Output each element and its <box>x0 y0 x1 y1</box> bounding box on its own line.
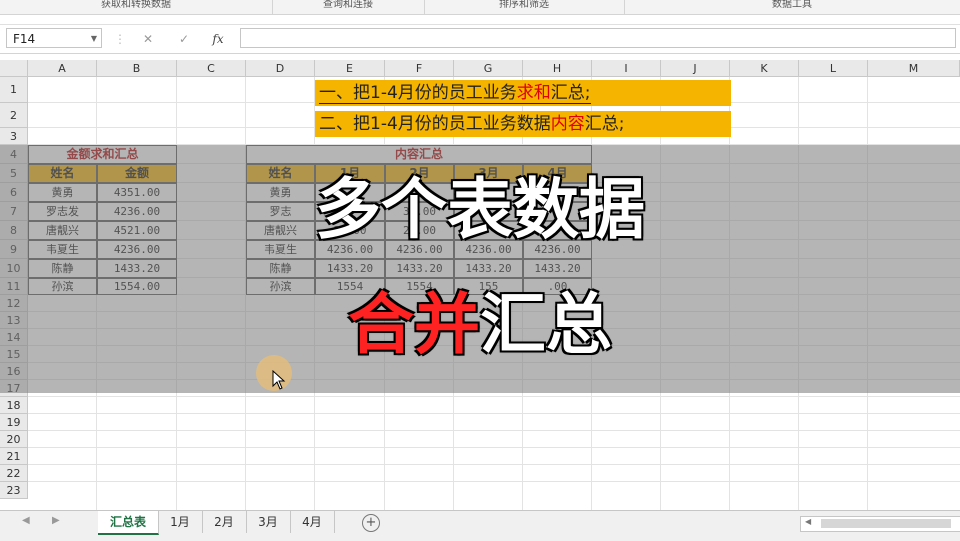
name-box-value: F14 <box>13 32 36 46</box>
column-header-l[interactable]: L <box>799 60 868 77</box>
sheet-tab-1[interactable]: 1月 <box>158 511 203 533</box>
instruction-line-1[interactable]: 一、把1-4月份的员工业务求和汇总; <box>315 80 731 106</box>
column-header-a[interactable]: A <box>28 60 97 77</box>
horizontal-scrollbar[interactable]: ◀ <box>800 516 960 532</box>
row-header-19[interactable]: 19 <box>0 414 28 431</box>
scrollbar-thumb[interactable] <box>821 519 951 528</box>
sheet-tab-2[interactable]: 2月 <box>202 511 247 533</box>
ribbon-group-data-tools[interactable]: 数据工具 <box>624 0 960 14</box>
column-header-c[interactable]: C <box>177 60 246 77</box>
scroll-left-icon[interactable]: ◀ <box>805 517 811 526</box>
grid-line <box>28 413 960 414</box>
grid-line <box>28 430 960 431</box>
instruction-2-text: 二、把1-4月份的员工业务数据内容汇总; <box>319 114 625 134</box>
column-header-d[interactable]: D <box>246 60 315 77</box>
column-header-g[interactable]: G <box>454 60 523 77</box>
select-all-corner[interactable] <box>0 60 28 77</box>
row-header-23[interactable]: 23 <box>0 482 28 499</box>
ribbon-group-get-transform[interactable]: 获取和转换数据 <box>0 0 273 14</box>
grid-line <box>28 396 960 397</box>
formula-input[interactable] <box>240 28 956 48</box>
grid-line <box>28 447 960 448</box>
column-header-e[interactable]: E <box>315 60 385 77</box>
column-header-b[interactable]: B <box>97 60 177 77</box>
more-icon: ⋮ <box>114 32 126 46</box>
row-header-18[interactable]: 18 <box>0 397 28 414</box>
column-header-m[interactable]: M <box>868 60 960 77</box>
sheet-tab-bar: ◀ ▶ 汇总表 1月 2月 3月 4月 + ◀ <box>0 510 960 541</box>
row-header-20[interactable]: 20 <box>0 431 28 448</box>
mouse-pointer-icon <box>272 370 286 390</box>
sheet-tab-0[interactable]: 汇总表 <box>98 511 159 535</box>
prev-sheet-icon[interactable]: ◀ <box>22 515 30 526</box>
instruction-line-2[interactable]: 二、把1-4月份的员工业务数据内容汇总; <box>315 111 731 137</box>
column-header-f[interactable]: F <box>385 60 454 77</box>
column-header-h[interactable]: H <box>523 60 592 77</box>
overlay-title-line-1: 多个表数据 <box>315 171 645 248</box>
next-sheet-icon[interactable]: ▶ <box>52 515 60 526</box>
column-header-i[interactable]: I <box>592 60 661 77</box>
ribbon-group-labels: 获取和转换数据 查询和连接 排序和筛选 数据工具 <box>0 0 960 15</box>
insert-function-icon[interactable]: fx <box>208 29 228 49</box>
ribbon-group-sort-filter[interactable]: 排序和筛选 <box>424 0 625 14</box>
chevron-down-icon[interactable]: ▼ <box>91 29 97 49</box>
formula-bar: F14 ▼ ⋮ ✕ ✓ fx <box>0 24 960 54</box>
row-header-21[interactable]: 21 <box>0 448 28 465</box>
row-header-2[interactable]: 2 <box>0 103 28 128</box>
column-header-j[interactable]: J <box>661 60 730 77</box>
cancel-icon[interactable]: ✕ <box>138 29 158 49</box>
ribbon-group-queries[interactable]: 查询和连接 <box>272 0 425 14</box>
overlay-title-line-2: 合并汇总 <box>348 286 612 363</box>
instruction-1-text: 一、把1-4月份的员工业务求和汇总; <box>319 83 591 104</box>
grid-line <box>28 464 960 465</box>
row-header-1[interactable]: 1 <box>0 77 28 103</box>
sheet-tab-4[interactable]: 4月 <box>290 511 335 533</box>
grid-line <box>28 481 960 482</box>
enter-icon[interactable]: ✓ <box>174 29 194 49</box>
sheet-tab-3[interactable]: 3月 <box>246 511 291 533</box>
row-header-22[interactable]: 22 <box>0 465 28 482</box>
column-header-k[interactable]: K <box>730 60 799 77</box>
name-box[interactable]: F14 ▼ <box>6 28 102 48</box>
add-sheet-icon[interactable]: + <box>362 514 380 532</box>
row-header-3[interactable]: 3 <box>0 128 28 145</box>
